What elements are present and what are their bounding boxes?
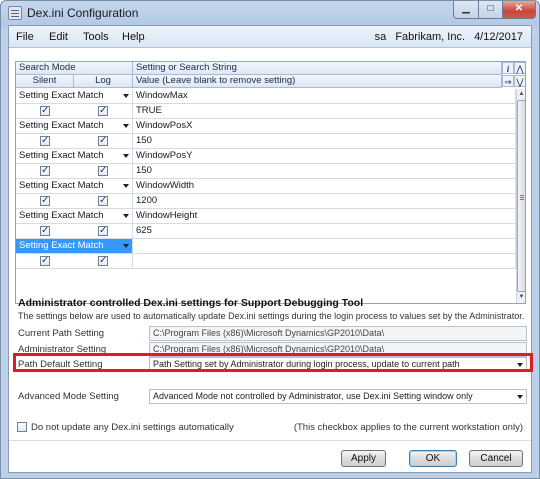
search-mode-dropdown[interactable]: Setting Exact Match (16, 119, 133, 134)
advanced-mode-value: Advanced Mode not controlled by Administ… (153, 391, 473, 401)
log-checkbox[interactable] (98, 104, 108, 118)
flags-cell (16, 164, 133, 179)
silent-checkbox[interactable] (40, 254, 50, 268)
scroll-thumb[interactable] (517, 100, 525, 292)
log-checkbox[interactable] (98, 194, 108, 208)
grid-rows: Setting Exact Match WindowMax TRUE Setti… (16, 89, 516, 303)
log-checkbox[interactable] (98, 134, 108, 148)
setting-cell[interactable]: WindowMax (133, 89, 516, 104)
setting-cell[interactable]: WindowPosX (133, 119, 516, 134)
expand-rows-icon[interactable]: ⋁ (514, 75, 525, 87)
search-mode-value: Setting Exact Match (19, 150, 104, 161)
workstation-note: (This checkbox applies to the current wo… (293, 422, 523, 433)
value-cell[interactable] (133, 254, 516, 269)
menu-edit[interactable]: Edit (49, 31, 68, 43)
search-mode-header: Search Mode (16, 62, 133, 75)
search-mode-dropdown[interactable]: Setting Exact Match (16, 149, 133, 164)
settings-grid: Search Mode Setting or Search String Sil… (15, 61, 526, 304)
title-bar[interactable]: Dex.ini Configuration ▁ □ ✕ (1, 1, 539, 25)
grip-icon (520, 195, 524, 196)
grid-vertical-scrollbar[interactable]: ▲ ▼ (516, 89, 525, 303)
setting-cell[interactable] (133, 239, 516, 254)
no-update-checkbox[interactable] (17, 422, 27, 432)
user-info: sa Fabrikam, Inc. 4/12/2017 (375, 31, 523, 43)
dexini-configuration-window: Dex.ini Configuration ▁ □ ✕ File Edit To… (0, 0, 540, 479)
window-client-area: File Edit Tools Help sa Fabrikam, Inc. 4… (8, 25, 533, 473)
dropdown-arrow-icon (123, 184, 129, 188)
current-path-label: Current Path Setting (18, 328, 105, 339)
dropdown-arrow-icon (123, 94, 129, 98)
silent-checkbox[interactable] (40, 134, 50, 148)
setting-cell[interactable]: WindowWidth (133, 179, 516, 194)
admin-section-description: The settings below are used to automatic… (18, 311, 525, 321)
dropdown-arrow-icon (123, 214, 129, 218)
maximize-button[interactable]: □ (478, 1, 503, 19)
info-icon[interactable]: i (502, 62, 514, 74)
search-mode-value: Setting Exact Match (19, 120, 104, 131)
value-cell[interactable]: 625 (133, 224, 516, 239)
scroll-down-icon[interactable]: ▼ (517, 292, 525, 302)
flags-cell (16, 134, 133, 149)
value-cell[interactable]: TRUE (133, 104, 516, 119)
user-date: 4/12/2017 (474, 31, 523, 43)
log-checkbox[interactable] (98, 224, 108, 238)
dropdown-arrow-icon (123, 154, 129, 158)
no-update-label: Do not update any Dex.ini settings autom… (31, 422, 234, 433)
red-highlight-box (13, 353, 533, 372)
menu-file[interactable]: File (16, 31, 34, 43)
search-mode-value: Setting Exact Match (19, 180, 104, 191)
silent-checkbox[interactable] (40, 104, 50, 118)
search-mode-value: Setting Exact Match (19, 210, 104, 221)
dropdown-arrow-icon (123, 124, 129, 128)
dropdown-arrow-icon (123, 244, 129, 248)
scroll-up-icon[interactable]: ▲ (517, 89, 525, 99)
dropdown-arrow-icon (517, 395, 523, 399)
admin-section-title: Administrator controlled Dex.ini setting… (18, 297, 364, 309)
search-mode-value: Setting Exact Match (19, 90, 104, 101)
close-button[interactable]: ✕ (502, 1, 536, 19)
setting-cell[interactable]: WindowHeight (133, 209, 516, 224)
advanced-mode-dropdown[interactable]: Advanced Mode not controlled by Administ… (149, 389, 527, 404)
search-mode-value: Setting Exact Match (19, 240, 104, 251)
silent-column-header[interactable]: Silent (16, 75, 74, 88)
menu-help[interactable]: Help (122, 31, 145, 43)
ok-button[interactable]: OK (409, 450, 457, 467)
no-update-checkbox-row[interactable]: Do not update any Dex.ini settings autom… (17, 422, 234, 433)
minimize-button[interactable]: ▁ (453, 1, 479, 19)
silent-checkbox[interactable] (40, 194, 50, 208)
log-checkbox[interactable] (98, 254, 108, 268)
flags-cell (16, 194, 133, 209)
goto-icon[interactable]: ⇒ (502, 75, 514, 87)
value-cell[interactable]: 1200 (133, 194, 516, 209)
flags-cell (16, 224, 133, 239)
search-mode-dropdown[interactable]: Setting Exact Match (16, 89, 133, 104)
search-mode-dropdown[interactable]: Setting Exact Match (16, 209, 133, 224)
value-cell[interactable]: 150 (133, 134, 516, 149)
collapse-rows-icon[interactable]: ⋀ (514, 62, 525, 74)
search-mode-dropdown[interactable]: Setting Exact Match (16, 179, 133, 194)
silent-checkbox[interactable] (40, 164, 50, 178)
setting-column-header[interactable]: Setting or Search String (133, 62, 502, 75)
window-title: Dex.ini Configuration (27, 6, 139, 20)
apply-button[interactable]: Apply (341, 450, 386, 467)
flags-cell (16, 104, 133, 119)
value-column-header[interactable]: Value (Leave blank to remove setting) (133, 75, 502, 88)
silent-checkbox[interactable] (40, 224, 50, 238)
value-cell[interactable]: 150 (133, 164, 516, 179)
app-icon (8, 6, 22, 20)
flags-cell (16, 254, 133, 269)
log-column-header[interactable]: Log (74, 75, 133, 88)
advanced-mode-label: Advanced Mode Setting (18, 391, 119, 402)
log-checkbox[interactable] (98, 164, 108, 178)
menu-tools[interactable]: Tools (83, 31, 109, 43)
search-mode-dropdown[interactable]: Setting Exact Match (16, 239, 133, 254)
cancel-button[interactable]: Cancel (469, 450, 523, 467)
user-name: sa (374, 31, 387, 43)
setting-cell[interactable]: WindowPosY (133, 149, 516, 164)
current-path-field: C:\Program Files (x86)\Microsoft Dynamic… (149, 326, 527, 341)
footer-divider (9, 440, 531, 441)
menu-bar: File Edit Tools Help sa Fabrikam, Inc. 4… (9, 26, 531, 48)
company-name: Fabrikam, Inc. (395, 31, 465, 43)
